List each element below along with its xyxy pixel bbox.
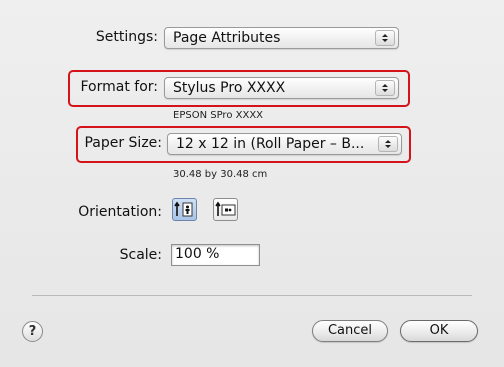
settings-value: Page Attributes bbox=[173, 30, 281, 46]
popup-arrows-icon bbox=[375, 30, 395, 46]
popup-arrows-icon bbox=[375, 80, 395, 96]
settings-label: Settings: bbox=[95, 29, 158, 45]
orientation-portrait-button[interactable] bbox=[172, 198, 197, 221]
ok-button[interactable]: OK bbox=[400, 320, 478, 342]
orientation-landscape-button[interactable] bbox=[213, 198, 238, 221]
paper-size-value: 12 x 12 in (Roll Paper – B... bbox=[176, 136, 365, 152]
page-setup-dialog: Settings: Page Attributes Format for: St… bbox=[0, 0, 504, 367]
orientation-label: Orientation: bbox=[78, 204, 162, 220]
popup-arrows-icon bbox=[378, 136, 398, 152]
cancel-button[interactable]: Cancel bbox=[312, 320, 388, 342]
paper-dimensions-subtext: 30.48 by 30.48 cm bbox=[173, 169, 268, 180]
paper-size-label: Paper Size: bbox=[84, 135, 162, 151]
portrait-icon bbox=[174, 201, 193, 217]
format-for-label: Format for: bbox=[80, 79, 158, 95]
format-for-value: Stylus Pro XXXX bbox=[173, 80, 286, 96]
paper-size-popup[interactable]: 12 x 12 in (Roll Paper – B... bbox=[167, 133, 402, 155]
format-for-popup[interactable]: Stylus Pro XXXX bbox=[164, 77, 399, 99]
settings-popup[interactable]: Page Attributes bbox=[164, 27, 399, 49]
divider bbox=[32, 295, 472, 296]
scale-input[interactable]: 100 % bbox=[171, 244, 260, 266]
landscape-icon bbox=[215, 201, 236, 216]
scale-label: Scale: bbox=[119, 247, 162, 263]
help-button[interactable]: ? bbox=[22, 321, 43, 342]
printer-name-subtext: EPSON SPro XXXX bbox=[173, 110, 264, 121]
